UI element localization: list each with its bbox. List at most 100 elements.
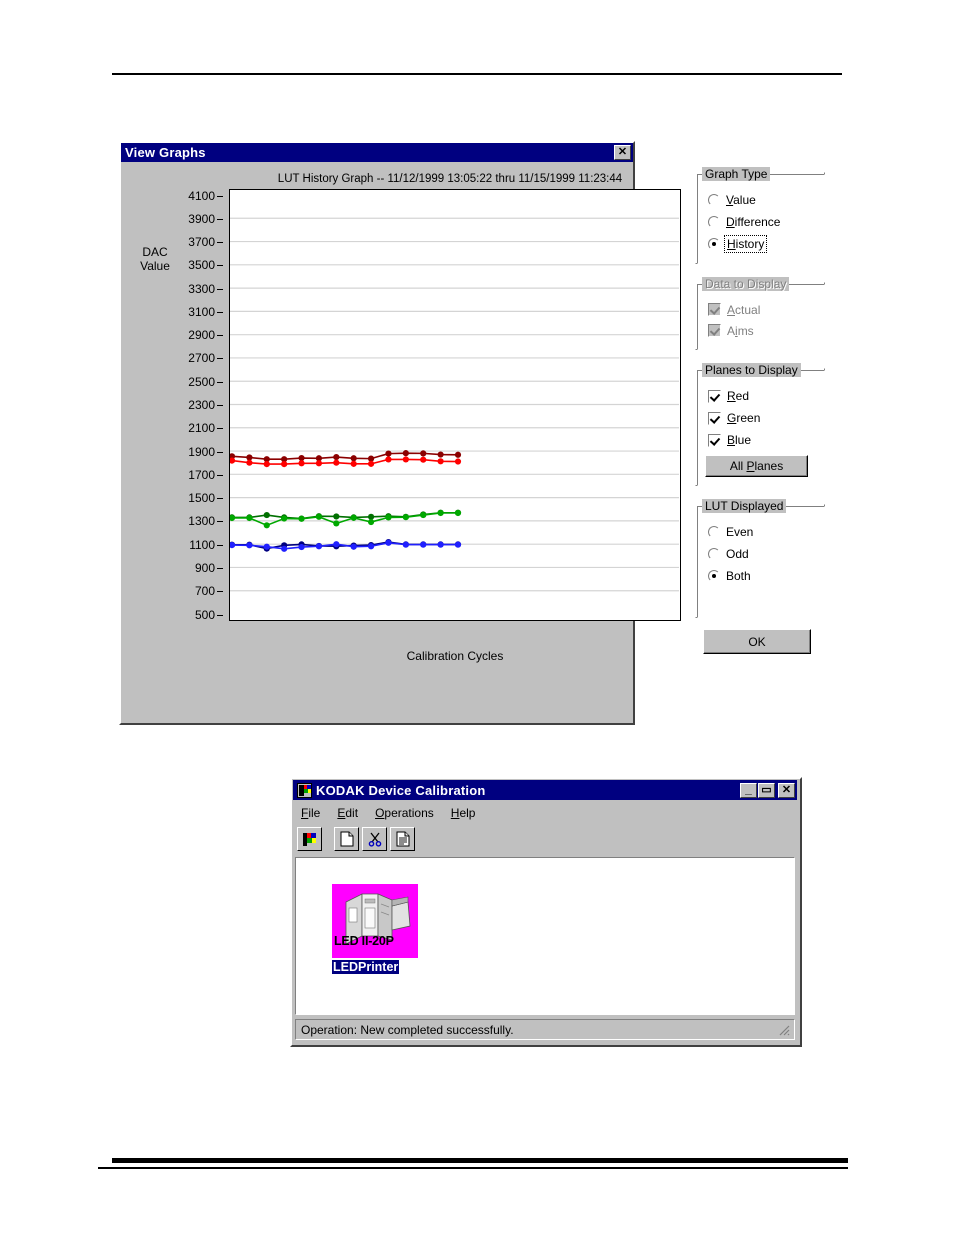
chart-point — [263, 511, 270, 519]
resize-grip-icon[interactable] — [777, 1023, 791, 1037]
y-axis-tick-mark — [217, 195, 223, 197]
chart-point — [246, 459, 253, 466]
new-document-icon[interactable] — [334, 827, 359, 851]
graph-title: LUT History Graph -- 11/12/1999 13:05:22… — [277, 173, 623, 185]
group-lut-displayed-legend: LUT Displayed — [702, 499, 787, 513]
y-axis-tick-mark — [217, 567, 223, 569]
checkbox-blue[interactable]: Blue — [695, 429, 825, 451]
kodak-statusbar: Operation: New completed successfully. — [295, 1019, 795, 1040]
y-axis-tick-mark — [217, 498, 223, 500]
checkbox-red[interactable]: Red — [695, 385, 825, 407]
paste-document-icon[interactable] — [390, 827, 415, 851]
checkbox-icon-checked — [708, 433, 721, 447]
chart-point — [350, 460, 357, 467]
chart-point — [367, 460, 375, 467]
checkbox-icon-checked-disabled — [708, 324, 721, 337]
ok-button[interactable]: OK — [703, 629, 811, 654]
chart-point — [333, 541, 340, 548]
y-axis-tick-mark — [217, 242, 223, 244]
y-axis-tick-mark — [217, 358, 223, 360]
radio-label: Odd — [726, 547, 749, 561]
chart-point — [385, 514, 392, 521]
close-icon[interactable]: ✕ — [778, 782, 795, 798]
chart-point — [333, 454, 340, 461]
maximize-icon[interactable]: ▭ — [758, 782, 775, 798]
group-planes-to-display: Planes to Display Red Green Blue All Pla… — [695, 361, 825, 486]
y-axis-tick-mark — [217, 381, 223, 383]
radio-lut-even[interactable]: Even — [695, 521, 825, 543]
view-graphs-title-text: View Graphs — [125, 145, 206, 160]
menu-item-file[interactable]: File — [293, 805, 329, 821]
cut-scissors-icon[interactable] — [362, 827, 387, 851]
chart-point — [333, 513, 340, 520]
chart-point — [367, 518, 375, 526]
menu-item-operations[interactable]: Operations — [367, 805, 443, 821]
chart-point — [454, 509, 462, 517]
radio-icon — [708, 194, 720, 206]
menu-item-edit[interactable]: Edit — [329, 805, 367, 821]
chart-point — [315, 460, 323, 467]
chart-point — [281, 545, 288, 552]
chart-point — [454, 458, 462, 465]
checkbox-icon-checked — [708, 411, 721, 425]
chart-point — [333, 520, 340, 527]
y-axis-tick-mark — [217, 335, 223, 337]
device-item[interactable]: LED II-20P LEDPrinter — [332, 884, 420, 988]
all-planes-button[interactable]: All Planes — [705, 455, 808, 477]
page-footer-rule-thin — [98, 1167, 848, 1169]
chart-point — [437, 541, 444, 548]
page-header-rule — [112, 73, 842, 75]
y-axis-tick: 700 — [194, 584, 215, 599]
radio-icon — [708, 216, 720, 228]
radio-label: Value — [726, 193, 756, 207]
checkbox-green[interactable]: Green — [695, 407, 825, 429]
chart-point — [437, 509, 444, 517]
graph-controls-panel: Graph Type Value Difference History Data — [695, 165, 825, 654]
chart-point — [281, 460, 288, 468]
y-axis-tick-mark — [217, 405, 223, 406]
checkbox-label: Aims — [727, 323, 754, 338]
chart-point — [333, 459, 340, 466]
y-axis-tick: 3900 — [188, 211, 215, 226]
checkbox-label: Blue — [727, 433, 752, 447]
y-axis-tick: 2700 — [188, 351, 215, 366]
y-axis-tick-mark — [217, 614, 223, 616]
chart-point — [263, 543, 270, 550]
y-axis-tick: 500 — [194, 607, 215, 622]
chart-svg — [230, 217, 679, 592]
minimize-icon[interactable]: _ — [740, 782, 757, 798]
radio-graph-type-history[interactable]: History — [695, 233, 825, 255]
statusbar-text: Operation: New completed successfully. — [301, 1022, 514, 1037]
radio-lut-both[interactable]: Both — [695, 565, 825, 587]
chart-point — [315, 513, 323, 520]
chart-point — [437, 451, 444, 458]
chart-point — [402, 450, 409, 457]
y-axis-tick-mark — [217, 474, 223, 476]
chart-point — [263, 460, 270, 468]
y-axis-tick-mark — [217, 218, 223, 220]
device-label: LEDPrinter — [332, 960, 400, 974]
chart-point — [298, 543, 305, 551]
radio-graph-type-difference[interactable]: Difference — [695, 211, 825, 233]
chart-point — [281, 515, 288, 522]
radio-lut-odd[interactable]: Odd — [695, 543, 825, 565]
chart-point — [420, 456, 427, 463]
y-axis-tick-mark — [217, 591, 223, 593]
ok-button-label: OK — [748, 634, 766, 649]
y-axis-tick: 4100 — [188, 188, 215, 203]
checkbox-label: Actual — [727, 302, 761, 317]
radio-graph-type-value[interactable]: Value — [695, 189, 825, 211]
radio-icon — [708, 526, 720, 538]
calibration-icon[interactable] — [297, 827, 322, 851]
view-graphs-titlebar: View Graphs ✕ — [121, 143, 633, 162]
close-icon[interactable]: ✕ — [614, 145, 631, 160]
menu-item-help[interactable]: Help — [443, 805, 485, 821]
chart-point — [402, 514, 409, 521]
chart-point — [437, 458, 444, 465]
checkbox-label: Red — [727, 389, 750, 403]
radio-label: Both — [726, 569, 751, 583]
checkbox-actual: Actual — [695, 299, 825, 320]
chart-point — [402, 541, 409, 548]
graph-panel: LUT History Graph -- 11/12/1999 13:05:22… — [119, 167, 695, 687]
radio-label: History — [723, 235, 768, 253]
